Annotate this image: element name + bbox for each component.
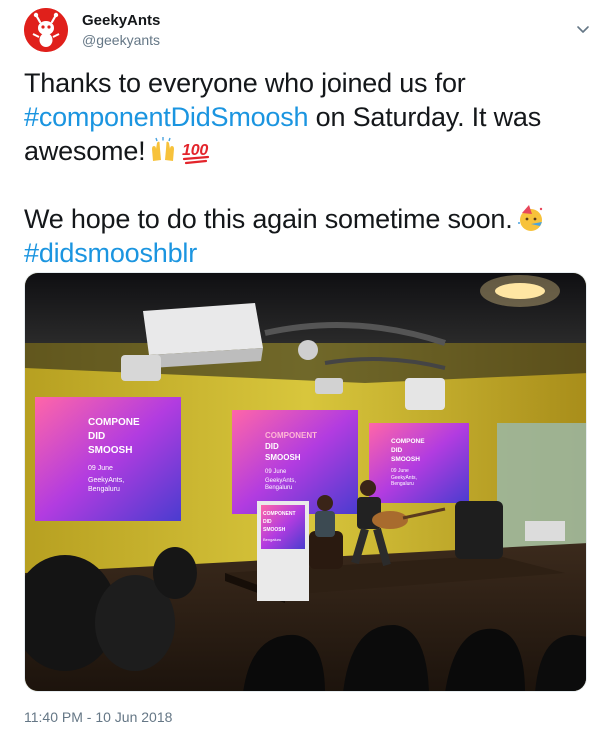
podium-line-3: SMOOSH (263, 527, 286, 533)
screen-center-line-6: Bengaluru (265, 485, 292, 491)
hashtag-didsmooshblr[interactable]: #didsmooshblr (24, 238, 197, 268)
screen-right-line-1: COMPONE (391, 438, 425, 445)
screen-right-line-2: DID (391, 447, 403, 454)
screen-left-line-5: GeekyAnts, (88, 477, 124, 484)
tweet-text-line1: Thanks to everyone who joined us for (24, 68, 466, 98)
tweet-paragraph-2: We hope to do this again sometime soon. … (24, 202, 594, 270)
chevron-down-icon (577, 26, 589, 33)
tweet: GeekyAnts @geekyants Thanks to everyone … (0, 0, 611, 730)
screen-center-line-2: DID (265, 442, 279, 451)
event-photo: COMPONE DID SMOOSH 09 June GeekyAnts, Be… (25, 273, 586, 691)
screen-left-line-2: DID (88, 431, 105, 442)
more-options-button[interactable] (572, 18, 594, 40)
screen-right-line-3: SMOOSH (391, 456, 420, 463)
tweet-paragraph-1: Thanks to everyone who joined us for #com… (24, 66, 594, 168)
avatar[interactable] (24, 8, 68, 52)
raising-hands-icon (148, 135, 178, 165)
party-face-icon (516, 203, 546, 233)
hashtag-componentdidsmoosh[interactable]: #componentDidSmoosh (24, 102, 309, 132)
screen-left-line-4: 09 June (88, 465, 113, 472)
screen-center-line-1: COMPONENT (265, 431, 317, 440)
display-name[interactable]: GeekyAnts (82, 11, 160, 30)
podium-line-1: COMPONENT (263, 511, 296, 517)
user-handle[interactable]: @geekyants (82, 31, 160, 49)
tweet-text-line2: We hope to do this again sometime soon. (24, 204, 513, 234)
podium-line-2: DID (263, 519, 272, 525)
tweet-header: GeekyAnts @geekyants (24, 8, 594, 52)
ant-logo-icon (24, 8, 68, 52)
tweet-photo[interactable]: COMPONE DID SMOOSH 09 June GeekyAnts, Be… (24, 272, 587, 692)
screen-center-line-3: SMOOSH (265, 453, 301, 462)
screen-left-line-1: COMPONE (88, 417, 140, 428)
screen-left-line-6: Bengaluru (88, 486, 120, 493)
screen-left-line-3: SMOOSH (88, 445, 132, 456)
hundred-points-icon: 100 (181, 135, 211, 165)
tweet-text: Thanks to everyone who joined us for #com… (24, 66, 594, 270)
author-names: GeekyAnts @geekyants (82, 11, 160, 49)
screen-right-line-4: 09 June (391, 468, 409, 474)
screen-right-line-6: Bengaluru (391, 481, 414, 487)
podium-line-4: Bengaluru (263, 537, 281, 542)
screen-center-line-5: GeekyAnts, (265, 478, 296, 484)
tweet-timestamp[interactable]: 11:40 PM - 10 Jun 2018 (24, 709, 172, 725)
screen-center-line-4: 09 June (265, 469, 287, 475)
